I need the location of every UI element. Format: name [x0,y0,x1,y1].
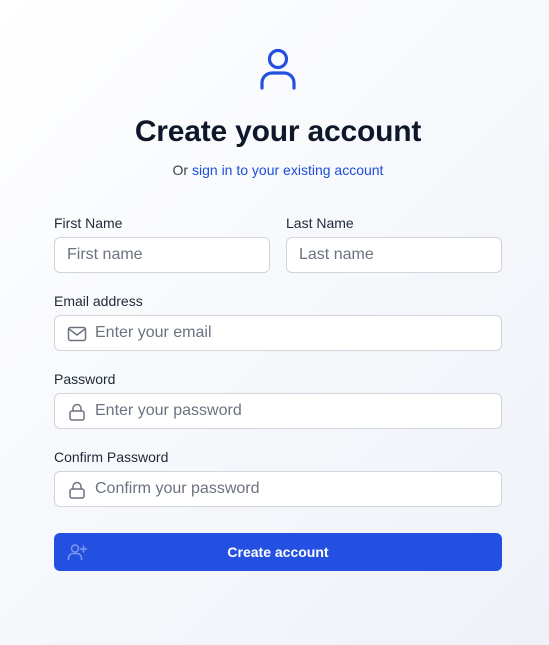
subtitle-prefix: Or [172,162,189,178]
email-field-wrapper [54,315,502,351]
last-name-input[interactable] [287,238,501,272]
subtitle: Or sign in to your existing account [54,162,502,178]
first-name-label: First Name [54,215,123,231]
email-input[interactable] [55,316,501,350]
confirm-password-label: Confirm Password [54,449,169,465]
email-label: Email address [54,293,143,309]
user-icon [260,48,296,90]
confirm-password-input[interactable] [55,472,501,506]
page-title: Create your account [134,115,422,148]
password-label: Password [54,371,116,387]
user-plus-icon [67,544,87,560]
sign-in-link[interactable]: sign in to your existing account [192,162,383,178]
first-name-field-wrapper [54,237,270,273]
first-name-input[interactable] [55,238,269,272]
last-name-label: Last Name [286,215,354,231]
create-account-label: Create account [227,544,329,560]
create-account-button[interactable]: Create account [54,533,502,571]
confirm-password-field-wrapper [54,471,502,507]
password-field-wrapper [54,393,502,429]
password-input[interactable] [55,394,501,428]
last-name-field-wrapper [286,237,502,273]
